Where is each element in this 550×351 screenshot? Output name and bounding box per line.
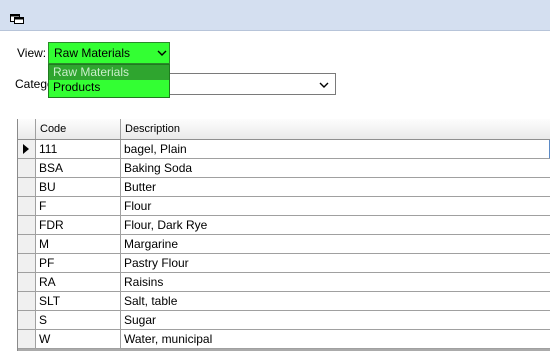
view-dropdown-list: Raw Materials Products (48, 64, 170, 98)
grid-header: Code Description (18, 119, 550, 140)
code-cell[interactable]: FDR (36, 216, 121, 235)
dropdown-option-products[interactable]: Products (49, 80, 169, 95)
row-selector[interactable] (18, 292, 36, 311)
description-cell[interactable]: Margarine (121, 235, 550, 254)
code-cell[interactable]: RA (36, 273, 121, 292)
table-row[interactable]: BSA Baking Soda (18, 159, 550, 178)
description-cell[interactable]: bagel, Plain (121, 140, 550, 159)
current-row-arrow-icon (23, 144, 29, 154)
table-row[interactable]: 111 bagel, Plain (18, 140, 550, 159)
row-selector[interactable] (18, 273, 36, 292)
view-select[interactable]: Raw Materials (48, 42, 170, 64)
code-cell[interactable]: S (36, 311, 121, 330)
table-row[interactable]: SLT Salt, table (18, 292, 550, 311)
row-selector[interactable] (18, 159, 36, 178)
row-selector[interactable] (18, 216, 36, 235)
description-cell[interactable]: Baking Soda (121, 159, 550, 178)
code-cell[interactable]: 111 (36, 140, 121, 159)
materials-grid: Code Description 111 bagel, Plain BSA Bakin… (17, 119, 550, 351)
code-cell[interactable]: F (36, 197, 121, 216)
dropdown-option-raw-materials[interactable]: Raw Materials (49, 65, 169, 80)
code-cell[interactable]: SLT (36, 292, 121, 311)
code-cell[interactable]: PF (36, 254, 121, 273)
title-bar (0, 0, 550, 31)
description-cell[interactable]: Butter (121, 178, 550, 197)
row-selector[interactable] (18, 254, 36, 273)
view-label: View: (17, 46, 47, 60)
row-selector[interactable] (18, 197, 36, 216)
row-selector[interactable] (18, 311, 36, 330)
code-cell[interactable]: BU (36, 178, 121, 197)
code-cell[interactable]: BSA (36, 159, 121, 178)
chevron-down-icon[interactable] (155, 46, 169, 60)
view-select-value: Raw Materials (54, 46, 131, 60)
column-header-description[interactable]: Description (121, 119, 550, 139)
row-selector[interactable] (18, 330, 36, 349)
grid-rows: 111 bagel, Plain BSA Baking Soda BU Butter F Fl… (18, 140, 550, 349)
code-cell[interactable]: W (36, 330, 121, 349)
description-cell[interactable]: Sugar (121, 311, 550, 330)
table-row[interactable]: M Margarine (18, 235, 550, 254)
table-row[interactable]: BU Butter (18, 178, 550, 197)
form-icon[interactable] (10, 14, 24, 24)
code-cell[interactable]: M (36, 235, 121, 254)
table-row[interactable]: S Sugar (18, 311, 550, 330)
table-row[interactable]: F Flour (18, 197, 550, 216)
description-cell[interactable]: Raisins (121, 273, 550, 292)
description-cell[interactable]: Water, municipal (121, 330, 550, 349)
table-row[interactable]: RA Raisins (18, 273, 550, 292)
row-selector-header[interactable] (18, 119, 36, 139)
description-cell[interactable]: Salt, table (121, 292, 550, 311)
table-row[interactable]: W Water, municipal (18, 330, 550, 349)
column-header-code[interactable]: Code (36, 119, 121, 139)
table-row[interactable]: PF Pastry Flour (18, 254, 550, 273)
chevron-down-icon[interactable] (317, 78, 331, 92)
description-cell[interactable]: Flour, Dark Rye (121, 216, 550, 235)
description-cell[interactable]: Pastry Flour (121, 254, 550, 273)
table-row[interactable]: FDR Flour, Dark Rye (18, 216, 550, 235)
description-cell[interactable]: Flour (121, 197, 550, 216)
row-selector[interactable] (18, 235, 36, 254)
row-selector[interactable] (18, 140, 36, 159)
row-selector[interactable] (18, 178, 36, 197)
